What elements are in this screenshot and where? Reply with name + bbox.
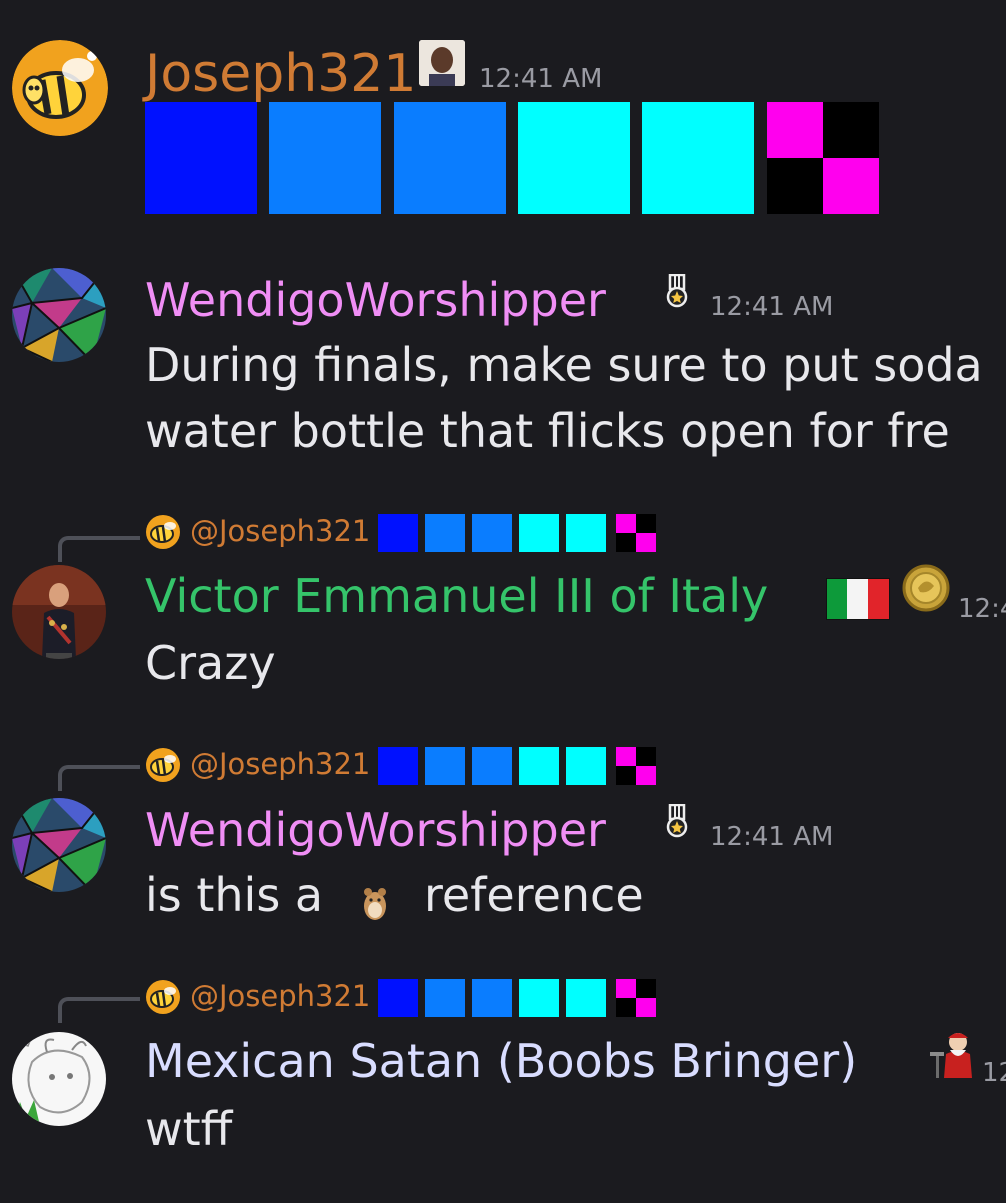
timestamp: 12:41 AM: [710, 292, 834, 322]
timestamp: 12:4: [958, 594, 1006, 624]
timestamp: 12: [982, 1058, 1006, 1088]
bee-avatar-icon: [12, 40, 108, 136]
azure-square-emoji: [425, 747, 465, 785]
avatar[interactable]: [12, 798, 106, 892]
hamster-emoji-icon: [356, 880, 394, 922]
azure-square-emoji: [425, 514, 465, 552]
timestamp: 12:41 AM: [710, 822, 834, 852]
azure-square-emoji: [269, 102, 381, 214]
blue-square-emoji: [378, 979, 418, 1017]
author-name[interactable]: WendigoWorshipper: [145, 272, 606, 328]
author-name[interactable]: Victor Emmanuel III of Italy: [145, 568, 768, 624]
checker-square-emoji: [616, 979, 656, 1017]
checker-square-emoji: [616, 514, 656, 552]
cyan-square-emoji: [518, 102, 630, 214]
message-text-line: During finals, make sure to put soda: [145, 338, 983, 392]
santa-figure-icon: [928, 1030, 974, 1082]
reply-connector: [58, 765, 140, 791]
checker-square-emoji: [767, 102, 879, 214]
message-text-after-emoji: reference: [424, 868, 644, 922]
bee-avatar-icon: [146, 748, 180, 782]
message-text-before-emoji: is this a: [145, 868, 324, 922]
message-text: Crazy: [145, 636, 276, 690]
bee-avatar-icon: [146, 515, 180, 549]
message-text: wtff: [145, 1102, 233, 1156]
reply-connector: [58, 536, 140, 562]
chat-message-list: Joseph321 12:41 AM WendigoWorshipper 12:…: [0, 0, 1006, 1203]
azure-square-emoji: [472, 514, 512, 552]
cyan-square-emoji: [519, 747, 559, 785]
timestamp: 12:41 AM: [479, 64, 603, 94]
gold-coin-icon: [902, 564, 950, 612]
portrait-avatar-icon: [12, 565, 106, 659]
message-text-line: water bottle that flicks open for fre: [145, 404, 950, 458]
reply-author: @Joseph321: [190, 979, 371, 1013]
blue-square-emoji: [145, 102, 257, 214]
cyan-square-emoji: [519, 979, 559, 1017]
reply-author: @Joseph321: [190, 514, 371, 548]
reply-author: @Joseph321: [190, 747, 371, 781]
azure-square-emoji: [425, 979, 465, 1017]
blue-square-emoji: [378, 747, 418, 785]
cyan-square-emoji: [566, 514, 606, 552]
avatar[interactable]: [12, 1032, 106, 1126]
author-name[interactable]: Joseph321: [145, 44, 416, 104]
azure-square-emoji: [472, 979, 512, 1017]
cyan-square-emoji: [642, 102, 754, 214]
cyan-square-emoji: [566, 979, 606, 1017]
checker-square-emoji: [616, 747, 656, 785]
sketch-avatar-icon: [12, 1032, 106, 1126]
cyan-square-emoji: [566, 747, 606, 785]
author-name[interactable]: WendigoWorshipper: [145, 802, 606, 858]
medal-badge-icon: [664, 803, 690, 838]
azure-square-emoji: [394, 102, 506, 214]
stained-glass-avatar-icon: [12, 268, 106, 362]
blue-square-emoji: [378, 514, 418, 552]
author-name[interactable]: Mexican Satan (Boobs Bringer): [145, 1033, 857, 1089]
cyan-square-emoji: [519, 514, 559, 552]
bee-avatar-icon: [146, 980, 180, 1014]
azure-square-emoji: [472, 747, 512, 785]
avatar[interactable]: [12, 565, 106, 659]
stained-glass-avatar-icon: [12, 798, 106, 892]
italy-flag-icon: [825, 577, 891, 621]
avatar[interactable]: [12, 40, 108, 136]
reply-connector: [58, 997, 140, 1023]
profile-photo-badge-icon: [419, 40, 465, 86]
medal-badge-icon: [664, 273, 690, 308]
avatar[interactable]: [12, 268, 106, 362]
